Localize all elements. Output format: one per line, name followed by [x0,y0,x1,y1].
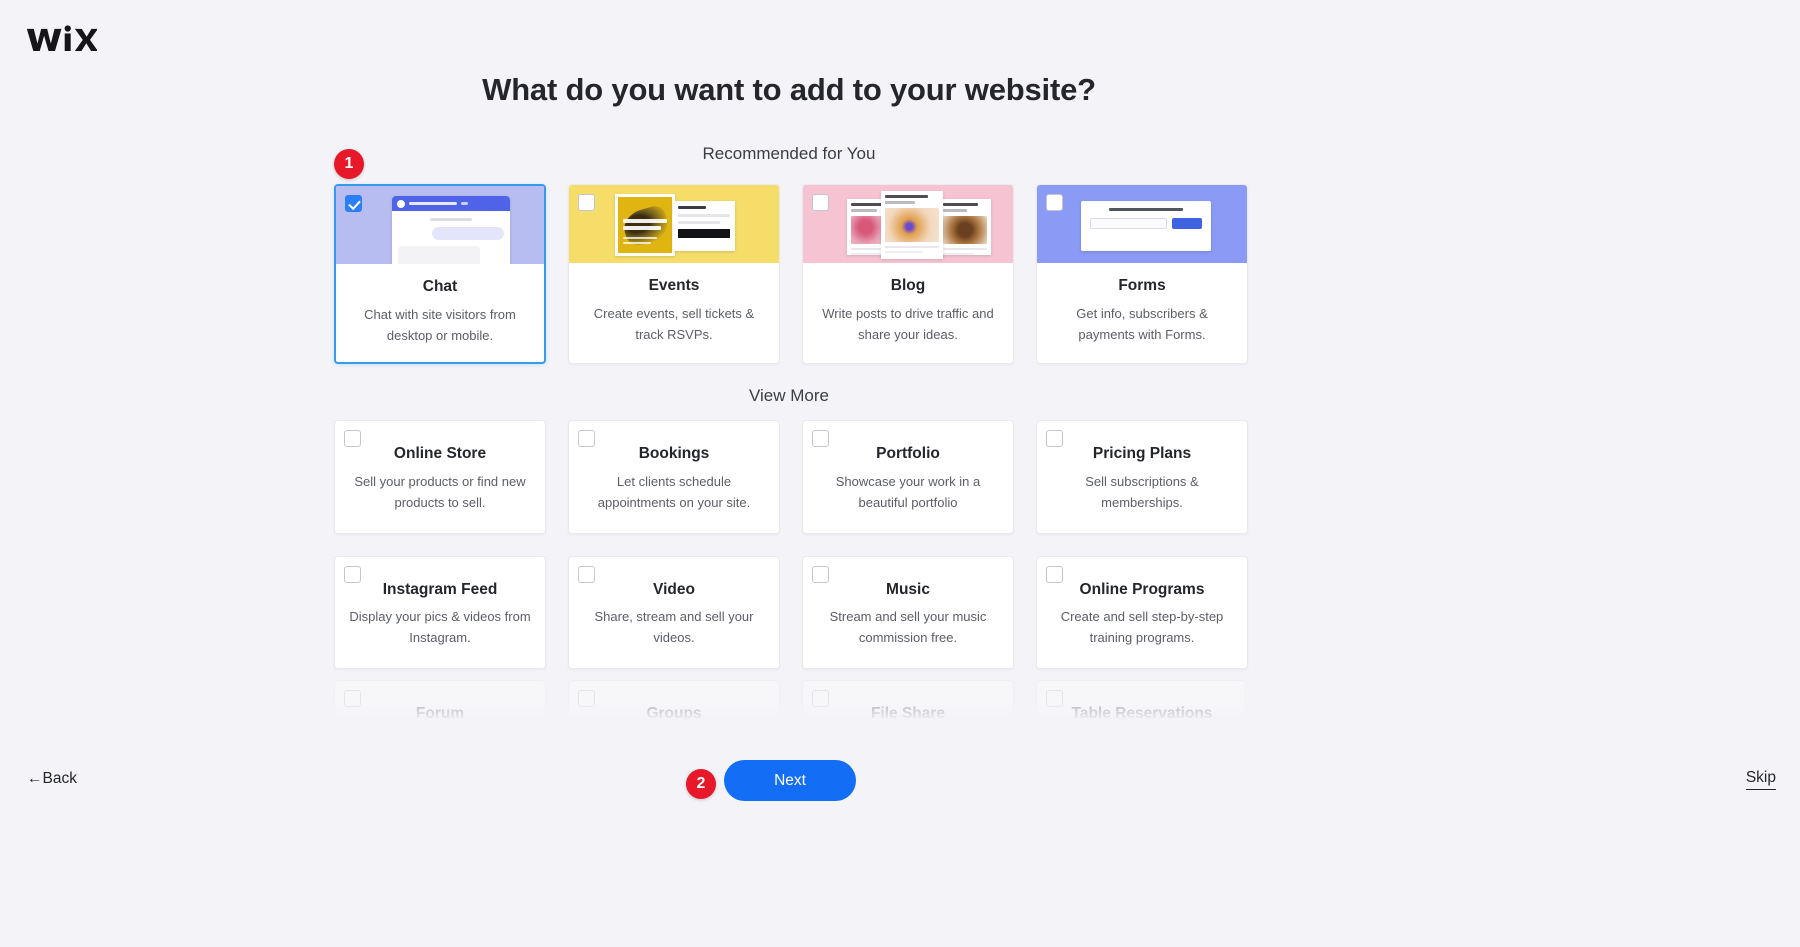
checkbox-table-reservations[interactable] [1046,690,1063,707]
card-description: Create and sell step-by-step training pr… [1060,609,1224,646]
checkbox-forum[interactable] [344,690,361,707]
card-description: Sell your products or find new products … [354,473,526,510]
checkbox-file-share[interactable] [812,690,829,707]
checkbox-bookings[interactable] [578,430,595,447]
card-portfolio[interactable]: Portfolio Showcase your work in a beauti… [802,420,1014,534]
card-description: Write posts to drive traffic and share y… [822,305,994,342]
cut-off-cards-row: Forum Groups File Share Table Reservatio… [334,680,1244,722]
card-forms[interactable]: Forms Get info, subscribers & payments w… [1036,184,1248,364]
card-file-share[interactable]: File Share [802,680,1014,722]
card-title: Events [648,277,700,294]
card-description: Chat with site visitors from desktop or … [364,306,516,343]
card-chat[interactable]: Chat Chat with site visitors from deskto… [334,184,546,364]
card-title: Pricing Plans [1092,445,1192,462]
card-online-store[interactable]: Online Store Sell your products or find … [334,420,546,534]
forms-preview-thumbnail [1037,185,1247,263]
card-online-programs[interactable]: Online Programs Create and sell step-by-… [1036,555,1248,670]
checkbox-forms[interactable] [1046,194,1063,211]
card-description: Get info, subscribers & payments with Fo… [1076,305,1208,342]
checkbox-groups[interactable] [578,690,595,707]
events-preview-thumbnail [569,185,779,263]
card-title: Online Store [393,445,487,462]
checkbox-portfolio[interactable] [812,430,829,447]
annotation-badge-1: 1 [334,149,364,179]
card-description: Let clients schedule appointments on you… [597,473,751,510]
recommended-cards-grid: Chat Chat with site visitors from deskto… [334,184,1248,364]
annotation-badge-2: 2 [686,769,716,799]
card-pricing-plans[interactable]: Pricing Plans Sell subscriptions & membe… [1036,420,1248,534]
card-title: Music [886,580,930,598]
card-instagram-feed[interactable]: Instagram Feed Display your pics & video… [334,555,546,670]
blog-preview-thumbnail [803,185,1013,263]
card-description: Sell subscriptions & memberships. [1085,473,1199,510]
card-video[interactable]: Video Share, stream and sell your videos… [568,555,780,670]
checkbox-pricing-plans[interactable] [1046,430,1063,447]
card-description: Showcase your work in a beautiful portfo… [835,473,981,510]
view-more-cards-grid: Online Store Sell your products or find … [334,420,1248,670]
card-groups[interactable]: Groups [568,680,780,722]
card-title: Portfolio [876,445,940,462]
page-title: What do you want to add to your website? [482,72,1096,107]
checkbox-music[interactable] [812,565,829,583]
card-title: Forms [1118,277,1166,294]
checkbox-online-store[interactable] [344,430,361,447]
card-title: File Share [870,705,946,722]
skip-link[interactable]: Skip [1745,769,1776,790]
checkbox-events[interactable] [578,194,595,211]
back-button[interactable]: ←Back [27,770,77,788]
card-description: Display your pics & videos from Instagra… [349,609,531,646]
checkbox-chat[interactable] [345,195,362,212]
card-music[interactable]: Music Stream and sell your music commiss… [802,555,1014,670]
chat-preview-thumbnail [336,186,544,264]
card-description: Stream and sell your music commission fr… [829,609,987,646]
card-title: Instagram Feed [382,580,498,598]
checkbox-online-programs[interactable] [1046,565,1063,583]
checkbox-blog[interactable] [812,194,829,211]
recommended-section-label: Recommended for You [702,144,876,163]
card-table-reservations[interactable]: Table Reservations [1036,680,1244,722]
card-events[interactable]: Events Create events, sell tickets & tra… [568,184,780,364]
card-description: Create events, sell tickets & track RSVP… [593,305,755,342]
card-title: Video [653,580,695,598]
card-blog[interactable]: Blog Write posts to drive traffic and sh… [802,184,1014,364]
checkbox-instagram-feed[interactable] [344,565,361,583]
card-title: Groups [646,705,702,722]
card-bookings[interactable]: Bookings Let clients schedule appointmen… [568,420,780,534]
next-button[interactable]: Next [724,760,856,801]
card-title: Forum [415,705,465,722]
card-title: Bookings [638,445,710,462]
wix-logo[interactable] [25,22,97,56]
view-more-section-label: View More [749,386,829,405]
card-title: Table Reservations [1071,705,1213,722]
card-forum[interactable]: Forum [334,680,546,722]
card-title: Blog [890,277,926,294]
card-description: Share, stream and sell your videos. [594,609,754,646]
card-title: Chat [422,278,458,295]
checkbox-video[interactable] [578,565,595,583]
card-title: Online Programs [1079,580,1205,598]
